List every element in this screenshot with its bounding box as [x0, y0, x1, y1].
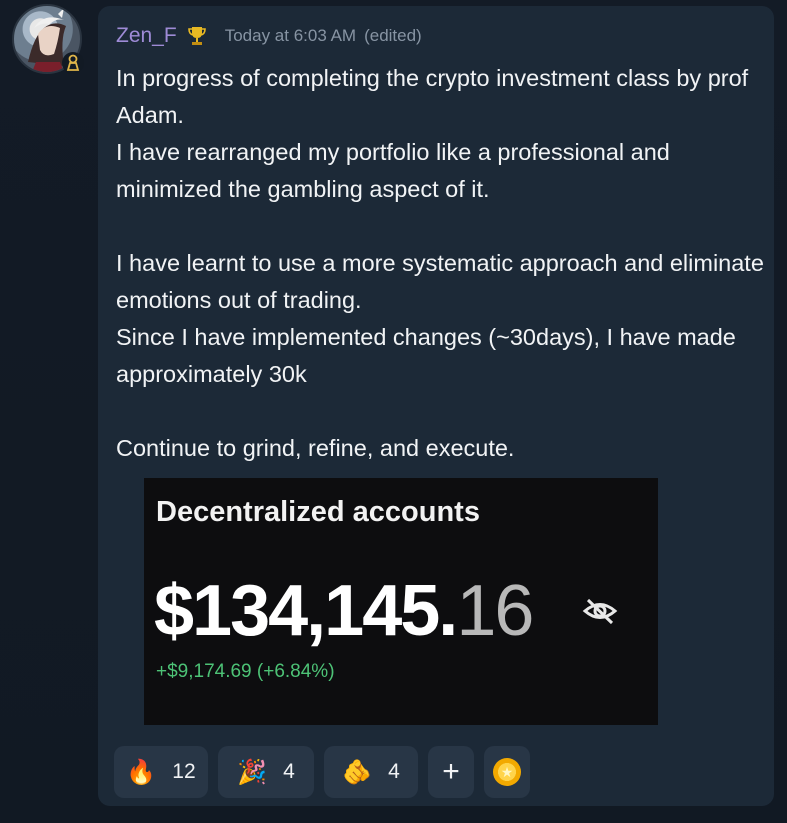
message-line: Continue to grind, refine, and execute.	[116, 435, 515, 461]
message-header: Zen_F Today at 6:03 AM (edited)	[116, 22, 422, 50]
username[interactable]: Zen_F	[116, 24, 177, 48]
reaction-party[interactable]: 🎉 4	[218, 746, 314, 798]
reaction-count: 4	[388, 760, 400, 783]
message-card: Zen_F Today at 6:03 AM (edited) In progr…	[98, 6, 774, 806]
image-attachment[interactable]: Decentralized accounts $134,145.16 +$9,1…	[144, 478, 658, 725]
reaction-pointing[interactable]: 🫵 4	[324, 746, 418, 798]
reactions-bar: 🔥 12 🎉 4 🫵 4 + ★	[114, 746, 530, 798]
balance-main: $134,145.	[154, 571, 458, 651]
reaction-count: 12	[172, 760, 196, 783]
coin-icon: ★	[493, 758, 521, 786]
add-reaction-button[interactable]: +	[428, 746, 474, 798]
attachment-title: Decentralized accounts	[156, 496, 480, 528]
message-timestamp: Today at 6:03 AM	[224, 26, 357, 45]
reaction-fire[interactable]: 🔥 12	[114, 746, 208, 798]
role-badge-icon	[62, 52, 84, 74]
fire-icon: 🔥	[126, 758, 157, 786]
chat-view: Zen_F Today at 6:03 AM (edited) In progr…	[0, 0, 787, 823]
balance-change: +$9,174.69 (+6.84%)	[156, 661, 335, 682]
message-line: In progress of completing the crypto inv…	[116, 65, 749, 128]
balance-cents: 16	[456, 571, 534, 651]
pointing-hand-icon: 🫵	[342, 758, 373, 786]
edited-label: (edited)	[364, 26, 422, 45]
message-body: In progress of completing the crypto inv…	[116, 60, 766, 467]
balance-amount: $134,145.16	[154, 570, 534, 652]
reaction-count: 4	[283, 760, 295, 783]
message-line: I have rearranged my portfolio like a pr…	[116, 139, 670, 202]
eye-off-icon	[582, 598, 618, 625]
avatar[interactable]	[12, 4, 84, 74]
party-popper-icon: 🎉	[237, 758, 268, 786]
coin-reaction-button[interactable]: ★	[484, 746, 530, 798]
trophy-icon	[187, 27, 206, 45]
message-line: Since I have implemented changes (~30day…	[116, 324, 736, 387]
message-line: I have learnt to use a more systematic a…	[116, 250, 764, 313]
